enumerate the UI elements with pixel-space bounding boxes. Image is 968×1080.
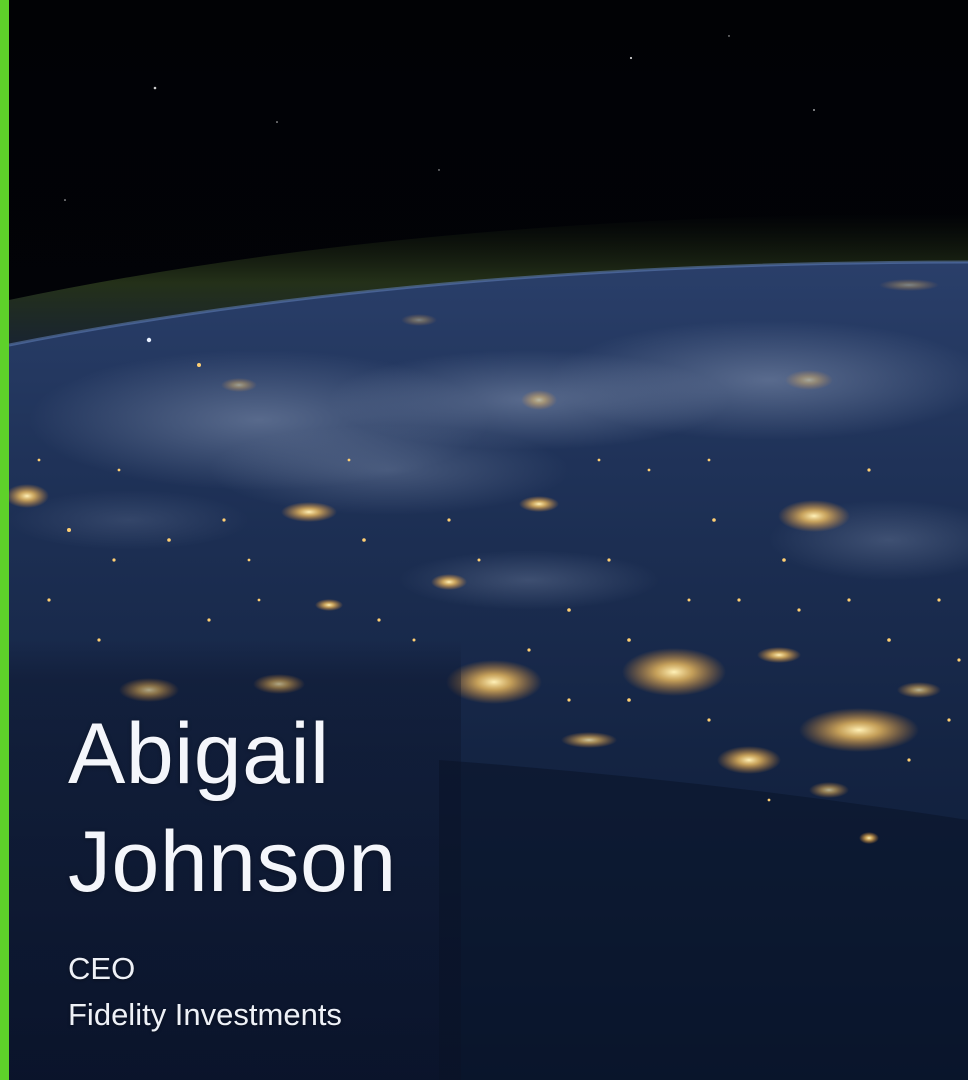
profile-caption: Abigail Johnson CEO Fidelity Investments <box>68 700 397 1038</box>
accent-bar <box>0 0 9 1080</box>
profile-card: Abigail Johnson CEO Fidelity Investments <box>0 0 968 1080</box>
job-title: CEO <box>68 951 136 986</box>
last-name: Johnson <box>68 814 397 910</box>
company-name: Fidelity Investments <box>68 997 342 1032</box>
first-name: Abigail <box>68 706 330 802</box>
